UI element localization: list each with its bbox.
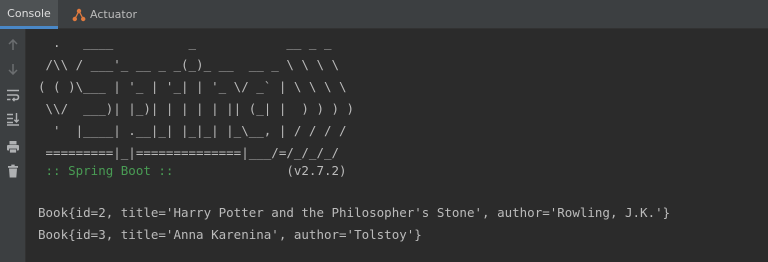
console-toolbar xyxy=(0,29,26,262)
trash-icon[interactable] xyxy=(5,163,21,179)
banner-line: ' |____| .__|_| |_|_| |_\__, | / / / / xyxy=(38,123,347,138)
spring-boot-version: (v2.7.2) xyxy=(181,163,347,178)
actuator-icon xyxy=(72,8,86,22)
tool-window-tab-bar: Console Actuator xyxy=(0,0,768,29)
arrow-up-icon[interactable] xyxy=(5,37,21,53)
print-icon[interactable] xyxy=(5,139,21,155)
soft-wrap-icon[interactable] xyxy=(5,87,21,103)
arrow-down-icon[interactable] xyxy=(5,61,21,77)
tab-console-label: Console xyxy=(7,6,51,20)
scroll-to-end-icon[interactable] xyxy=(5,111,21,127)
banner-line: . ____ _ __ _ _ xyxy=(38,35,332,50)
output-line: Book{id=2, title='Harry Potter and the P… xyxy=(38,205,671,220)
banner-line: /\\ / ___'_ __ _ _(_)_ __ __ _ \ \ \ \ xyxy=(38,57,340,72)
tab-actuator-label: Actuator xyxy=(90,8,137,21)
spring-boot-version-line: :: Spring Boot :: (v2.7.2) xyxy=(38,163,347,179)
tab-console[interactable]: Console xyxy=(0,0,58,29)
console-output[interactable]: . ____ _ __ _ _ /\\ / ___'_ __ _ _(_)_ _… xyxy=(26,29,768,262)
banner-line: =========|_|==============|___/=/_/_/_/ xyxy=(38,145,340,160)
tab-actuator[interactable]: Actuator xyxy=(66,0,146,29)
banner-line: ( ( )\___ | '_ | '_| | '_ \/ _` | \ \ \ … xyxy=(38,79,347,94)
spring-boot-label: :: Spring Boot :: xyxy=(38,163,181,178)
output-line: Book{id=3, title='Anna Karenina', author… xyxy=(38,227,422,242)
banner-line: \\/ ___)| |_)| | | | | || (_| | ) ) ) ) xyxy=(38,101,355,116)
